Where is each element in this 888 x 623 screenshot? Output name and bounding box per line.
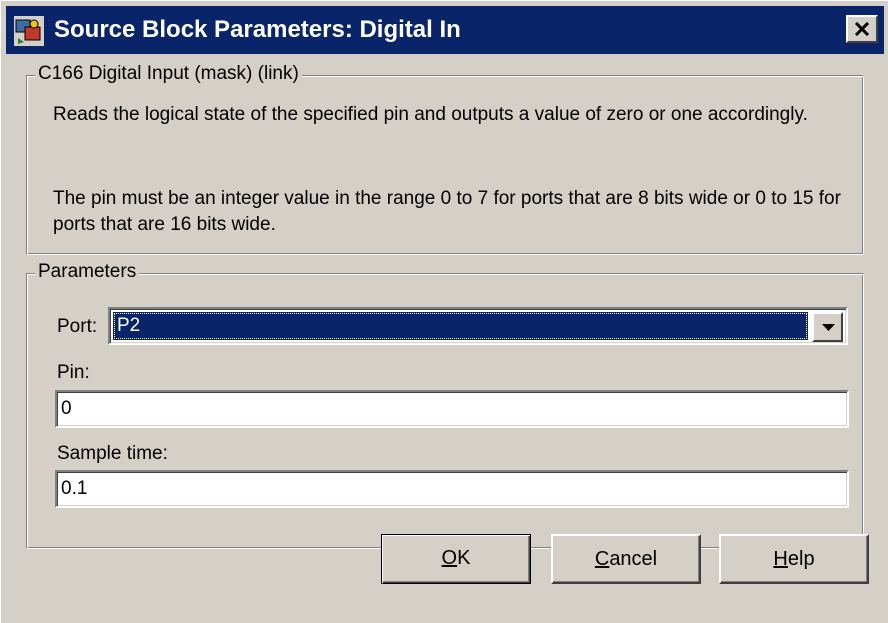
close-icon: [854, 22, 870, 36]
close-button[interactable]: [846, 15, 878, 43]
description-group-title: C166 Digital Input (mask) (link): [35, 63, 302, 85]
sample-time-label: Sample time:: [57, 443, 168, 464]
chevron-down-icon: [822, 324, 835, 331]
sample-time-value: 0.1: [61, 478, 88, 499]
ok-button-label: OK: [441, 547, 471, 569]
port-dropdown-button[interactable]: [812, 312, 843, 342]
port-label: Port:: [57, 316, 98, 337]
cancel-button[interactable]: Cancel: [551, 534, 701, 584]
dialog-window: Source Block Parameters: Digital In C166…: [0, 0, 888, 623]
help-button-label: Help: [773, 548, 815, 570]
port-select[interactable]: P2: [108, 307, 848, 345]
pin-value: 0: [61, 398, 72, 419]
help-button[interactable]: Help: [719, 534, 869, 584]
pin-input[interactable]: 0: [55, 390, 849, 428]
description-text-2: The pin must be an integer value in the …: [53, 188, 841, 235]
ok-button[interactable]: OK: [381, 534, 531, 584]
window-title: Source Block Parameters: Digital In: [54, 16, 461, 43]
simulink-block-icon: [14, 16, 44, 46]
parameters-group-title: Parameters: [35, 261, 140, 283]
port-selected-value[interactable]: P2: [113, 312, 808, 340]
title-bar[interactable]: Source Block Parameters: Digital In: [6, 6, 884, 54]
cancel-button-label: Cancel: [594, 548, 658, 570]
sample-time-input[interactable]: 0.1: [55, 470, 849, 508]
port-value-text: P2: [117, 315, 141, 336]
pin-label: Pin:: [57, 362, 90, 383]
description-text-1: Reads the logical state of the specified…: [53, 104, 808, 125]
